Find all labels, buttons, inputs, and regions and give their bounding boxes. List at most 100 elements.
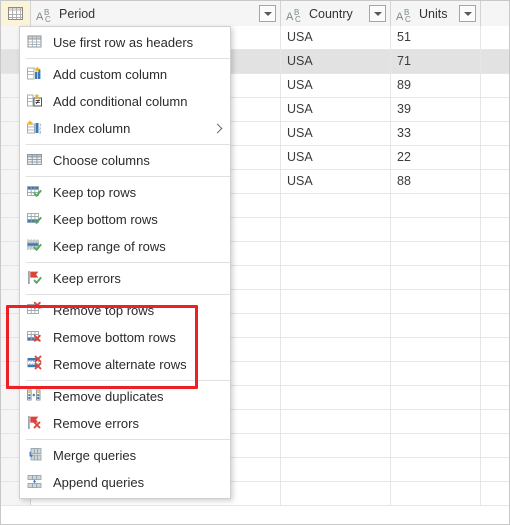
cell-country[interactable]: USA: [281, 146, 391, 169]
menu-item-label: Keep top rows: [53, 185, 137, 200]
row-filler-cell: [481, 50, 509, 73]
cell-units[interactable]: [391, 242, 481, 265]
abc-type-icon: ABC: [36, 7, 51, 24]
cell-country[interactable]: USA: [281, 74, 391, 97]
choose-columns-icon: [26, 151, 45, 170]
cell-units[interactable]: [391, 482, 481, 505]
menu-item-keep-bottom-rows[interactable]: Keep bottom rows: [20, 206, 230, 233]
menu-item-label: Remove errors: [53, 416, 139, 431]
cell-country[interactable]: USA: [281, 26, 391, 49]
column-header-period[interactable]: ABC Period: [31, 1, 281, 26]
grid-select-all-corner[interactable]: [1, 1, 31, 26]
chevron-down-icon: [463, 11, 472, 16]
menu-item-index-column[interactable]: 1 2 3 Index column: [20, 115, 230, 142]
cell-units[interactable]: [391, 362, 481, 385]
menu-item-remove-bottom-rows[interactable]: Remove bottom rows: [20, 324, 230, 351]
chevron-right-icon: [214, 124, 220, 134]
keep-bottom-rows-icon: [26, 210, 45, 229]
menu-item-label: Merge queries: [53, 448, 137, 463]
cell-units[interactable]: 39: [391, 98, 481, 121]
keep-range-of-rows-icon: [26, 237, 45, 256]
cell-country[interactable]: [281, 386, 391, 409]
cell-country[interactable]: [281, 242, 391, 265]
column-filter-button-country[interactable]: [369, 5, 386, 22]
row-filler-cell: [481, 434, 509, 457]
cell-units[interactable]: [391, 434, 481, 457]
menu-item-use-first-row-as-headers[interactable]: Use first row as headers: [20, 29, 230, 56]
menu-separator: [26, 294, 230, 295]
menu-item-remove-errors[interactable]: Remove errors: [20, 410, 230, 437]
cell-units[interactable]: [391, 266, 481, 289]
cell-country[interactable]: USA: [281, 122, 391, 145]
cell-units[interactable]: [391, 194, 481, 217]
merge-queries-icon: [26, 446, 45, 465]
row-filler-cell: [481, 386, 509, 409]
row-filler-cell: [481, 218, 509, 241]
menu-item-label: Append queries: [53, 475, 145, 490]
remove-duplicates-icon: [26, 387, 45, 406]
column-filter-button-units[interactable]: [459, 5, 476, 22]
row-filler-cell: [481, 74, 509, 97]
row-filler-cell: [481, 362, 509, 385]
cell-units[interactable]: [391, 458, 481, 481]
svg-text:3: 3: [39, 130, 42, 135]
menu-separator: [26, 58, 230, 59]
column-filter-button-period[interactable]: [259, 5, 276, 22]
row-filler-cell: [481, 170, 509, 193]
row-filler-cell: [481, 410, 509, 433]
menu-item-remove-top-rows[interactable]: Remove top rows: [20, 297, 230, 324]
keep-top-rows-icon: [26, 183, 45, 202]
menu-item-append-queries[interactable]: Append queries: [20, 469, 230, 496]
cell-units[interactable]: [391, 218, 481, 241]
cell-country[interactable]: [281, 194, 391, 217]
cell-country[interactable]: [281, 434, 391, 457]
row-filler-cell: [481, 290, 509, 313]
cell-units[interactable]: 89: [391, 74, 481, 97]
column-header-label: Country: [309, 6, 353, 21]
cell-country[interactable]: [281, 266, 391, 289]
cell-country[interactable]: USA: [281, 50, 391, 73]
column-header-label: Units: [419, 6, 448, 21]
cell-units[interactable]: [391, 410, 481, 433]
cell-country[interactable]: [281, 410, 391, 433]
cell-units[interactable]: [391, 290, 481, 313]
cell-units[interactable]: [391, 314, 481, 337]
menu-item-merge-queries[interactable]: Merge queries: [20, 442, 230, 469]
column-header-units[interactable]: ABC Units: [391, 1, 481, 26]
menu-item-label: Remove alternate rows: [53, 357, 187, 372]
cell-country[interactable]: [281, 338, 391, 361]
cell-country[interactable]: [281, 314, 391, 337]
add-conditional-column-icon: [26, 92, 45, 111]
menu-item-keep-top-rows[interactable]: Keep top rows: [20, 179, 230, 206]
cell-units[interactable]: 88: [391, 170, 481, 193]
menu-item-remove-alternate-rows[interactable]: Remove alternate rows: [20, 351, 230, 378]
menu-item-keep-errors[interactable]: Keep errors: [20, 265, 230, 292]
cell-country[interactable]: [281, 290, 391, 313]
menu-item-remove-duplicates[interactable]: Remove duplicates: [20, 383, 230, 410]
menu-item-add-custom-column[interactable]: Add custom column: [20, 61, 230, 88]
cell-units[interactable]: 33: [391, 122, 481, 145]
menu-item-label: Add custom column: [53, 67, 168, 82]
row-filler-cell: [481, 122, 509, 145]
cell-country[interactable]: [281, 458, 391, 481]
cell-country[interactable]: USA: [281, 98, 391, 121]
cell-country[interactable]: [281, 218, 391, 241]
row-filler-cell: [481, 146, 509, 169]
menu-item-keep-range-of-rows[interactable]: Keep range of rows: [20, 233, 230, 260]
cell-units[interactable]: 51: [391, 26, 481, 49]
cell-country[interactable]: USA: [281, 170, 391, 193]
table-icon: [8, 7, 23, 20]
menu-item-label: Choose columns: [53, 153, 150, 168]
cell-units[interactable]: [391, 338, 481, 361]
abc-type-icon: ABC: [286, 7, 301, 24]
add-custom-column-icon: [26, 65, 45, 84]
menu-item-choose-columns[interactable]: Choose columns: [20, 147, 230, 174]
menu-item-add-conditional-column[interactable]: Add conditional column: [20, 88, 230, 115]
cell-country[interactable]: [281, 362, 391, 385]
column-header-country[interactable]: ABC Country: [281, 1, 391, 26]
cell-units[interactable]: 71: [391, 50, 481, 73]
chevron-down-icon: [263, 11, 272, 16]
cell-units[interactable]: [391, 386, 481, 409]
cell-units[interactable]: 22: [391, 146, 481, 169]
cell-country[interactable]: [281, 482, 391, 505]
